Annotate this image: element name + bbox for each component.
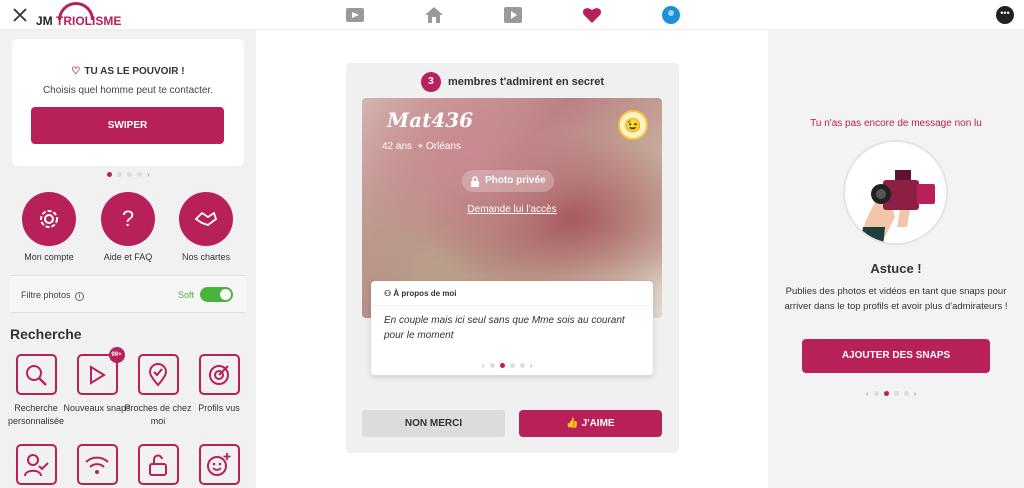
carousel-dot[interactable] bbox=[883, 391, 889, 396]
about-text: En couple mais ici seul sans que Mme soi… bbox=[384, 315, 625, 341]
carousel-dot[interactable] bbox=[873, 391, 879, 396]
unlock-icon bbox=[137, 444, 179, 485]
request-access-link[interactable]: Demande lui l'accès bbox=[362, 204, 662, 215]
user-check-icon bbox=[15, 444, 57, 485]
wifi-icon bbox=[76, 444, 118, 485]
about-title: ⚇ À propos de moi bbox=[384, 289, 457, 298]
power-card: ♡ TU AS LE POUVOIR ! Choisis quel homme p… bbox=[12, 39, 244, 166]
private-photo-label: Photo privée bbox=[462, 170, 554, 192]
no-message-text: Tu n'as pas encore de message non lu bbox=[810, 118, 982, 129]
wink-emoji-icon[interactable]: 😉 bbox=[618, 110, 648, 140]
thumbs-up-icon: 👍 bbox=[566, 418, 579, 429]
video-icon[interactable] bbox=[503, 5, 523, 25]
quick-link-label: Mon compte bbox=[24, 252, 74, 262]
target-icon bbox=[198, 354, 240, 395]
close-icon[interactable] bbox=[11, 6, 29, 24]
carousel-dot[interactable] bbox=[137, 172, 142, 177]
smiley-plus-icon bbox=[198, 444, 240, 485]
carousel-dot[interactable] bbox=[117, 172, 122, 177]
about-card: ⚇ À propos de moi En couple mais ici seu… bbox=[371, 281, 653, 375]
lock-icon bbox=[471, 175, 479, 187]
admirer-count-row: 3 membres t'admirent en secret bbox=[346, 72, 679, 92]
left-panel: ♡ TU AS LE POUVOIR ! Choisis quel homme p… bbox=[0, 30, 256, 488]
quick-link-account[interactable]: Mon compte bbox=[9, 192, 89, 262]
user-icon: ⚇ bbox=[384, 289, 392, 298]
search-item-unlocked[interactable] bbox=[123, 444, 193, 485]
search-item-viewed[interactable]: Profils vus bbox=[184, 354, 254, 415]
search-item-smiley[interactable] bbox=[184, 444, 254, 485]
carousel-dot[interactable] bbox=[107, 172, 112, 177]
question-icon: ? bbox=[101, 192, 155, 246]
search-item-label: Nouveaux snaps bbox=[63, 403, 131, 413]
magnifier-icon bbox=[15, 354, 57, 395]
home-icon[interactable] bbox=[424, 5, 444, 25]
add-snaps-button[interactable]: AJOUTER DES SNAPS bbox=[802, 339, 990, 373]
carousel-dot[interactable] bbox=[509, 363, 515, 368]
handshake-icon bbox=[179, 192, 233, 246]
like-button[interactable]: 👍 J'AIME bbox=[519, 410, 662, 437]
quick-link-charters[interactable]: Nos chartes bbox=[166, 192, 246, 262]
gear-icon bbox=[22, 192, 76, 246]
quick-link-label: Nos chartes bbox=[181, 252, 231, 262]
about-divider bbox=[371, 305, 653, 306]
tip-text: Publies des photos et vidéos en tant que… bbox=[784, 286, 1008, 312]
power-subtitle: Choisis quel homme peut te contacter. bbox=[42, 85, 214, 96]
pin-icon: ⌖ bbox=[417, 141, 424, 152]
admirer-count: 3 bbox=[420, 72, 441, 92]
search-item-user-check[interactable] bbox=[1, 444, 71, 485]
snaps-icon[interactable] bbox=[345, 5, 365, 25]
quick-link-faq[interactable]: ? Aide et FAQ bbox=[88, 192, 168, 262]
carousel-prev[interactable]: ‹ bbox=[866, 389, 869, 398]
heart-outline-icon: ♡ bbox=[71, 66, 81, 77]
heart-icon[interactable] bbox=[582, 5, 602, 25]
info-icon[interactable]: i bbox=[75, 292, 85, 301]
carousel-dot[interactable] bbox=[499, 363, 505, 368]
avatar-icon[interactable] bbox=[661, 5, 681, 25]
search-item-label: Profils vus bbox=[198, 403, 240, 413]
right-panel: Tu n'as pas encore de message non lu Ast… bbox=[768, 30, 1024, 488]
search-item-label: Proches de chez moi bbox=[124, 403, 192, 426]
search-item-custom[interactable]: Recherche personnalisée bbox=[1, 354, 71, 428]
profile-username: Mat436 bbox=[387, 108, 474, 132]
carousel-next[interactable]: › bbox=[530, 361, 533, 370]
chat-icon[interactable]: ••• bbox=[996, 6, 1014, 24]
search-item-online[interactable] bbox=[62, 444, 132, 485]
swiper-button[interactable]: SWIPER bbox=[31, 107, 224, 144]
search-section-title: Recherche bbox=[10, 326, 82, 342]
about-carousel-dots[interactable]: ‹ › bbox=[482, 361, 532, 370]
power-title: ♡ TU AS LE POUVOIR ! bbox=[71, 66, 185, 77]
carousel-dot[interactable] bbox=[903, 391, 909, 396]
toggle-knob bbox=[220, 289, 231, 300]
location-icon bbox=[137, 354, 179, 395]
photo-filter: Filtre photos i Soft bbox=[10, 275, 246, 313]
camera-hand-illustration bbox=[843, 140, 948, 245]
logo-text: JM TRIOLISME bbox=[36, 14, 122, 28]
quick-link-label: Aide et FAQ bbox=[103, 252, 153, 262]
search-item-snaps[interactable]: 99+ Nouveaux snaps bbox=[62, 347, 132, 415]
top-bar: JM TRIOLISME ••• bbox=[0, 0, 1024, 30]
power-carousel-dots[interactable]: › bbox=[107, 170, 150, 179]
carousel-dot[interactable] bbox=[893, 391, 899, 396]
carousel-prev[interactable]: ‹ bbox=[482, 361, 485, 370]
filter-value: Soft bbox=[177, 290, 194, 300]
carousel-dot[interactable] bbox=[489, 363, 495, 368]
carousel-dot[interactable] bbox=[519, 363, 525, 368]
logo[interactable]: JM TRIOLISME bbox=[36, 2, 126, 28]
filter-toggle[interactable] bbox=[200, 287, 233, 302]
admirer-card: 3 membres t'admirent en secret Mat436 42… bbox=[346, 63, 679, 453]
carousel-next[interactable]: › bbox=[914, 389, 917, 398]
carousel-dot[interactable] bbox=[127, 172, 132, 177]
search-item-label: Recherche personnalisée bbox=[7, 403, 65, 426]
profile-meta: 42 ans ⌖ Orléans bbox=[382, 141, 462, 152]
carousel-next[interactable]: › bbox=[147, 170, 150, 179]
admirer-count-text: membres t'admirent en secret bbox=[447, 76, 605, 88]
search-item-nearby[interactable]: Proches de chez moi bbox=[123, 354, 193, 428]
center-panel: 3 membres t'admirent en secret Mat436 42… bbox=[256, 30, 768, 488]
filter-label: Filtre photos i bbox=[21, 290, 85, 301]
tips-carousel-dots[interactable]: ‹ › bbox=[866, 389, 916, 398]
decline-button[interactable]: NON MERCI bbox=[362, 410, 505, 437]
play-icon: 99+ bbox=[76, 347, 125, 395]
tip-title: Astuce ! bbox=[870, 261, 922, 276]
